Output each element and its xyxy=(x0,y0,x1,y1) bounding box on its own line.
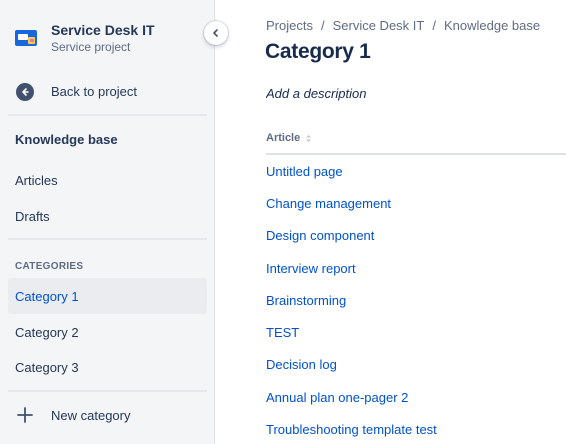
article-link[interactable]: Decision log xyxy=(266,357,337,372)
sidebar-divider xyxy=(8,114,207,116)
back-to-project-label: Back to project xyxy=(51,84,137,99)
page-title: Category 1 xyxy=(265,40,371,63)
column-header-article[interactable]: Article xyxy=(266,132,312,144)
sidebar-item-articles[interactable]: Articles xyxy=(8,162,207,198)
sort-icon xyxy=(306,134,312,142)
sidebar-divider xyxy=(8,238,207,240)
article-link[interactable]: Brainstorming xyxy=(266,293,346,308)
arrow-left-circle-icon xyxy=(16,83,34,101)
sidebar-item-drafts[interactable]: Drafts xyxy=(8,198,207,234)
breadcrumb-separator: / xyxy=(432,18,436,33)
article-link[interactable]: Interview report xyxy=(266,261,356,276)
sidebar-item-category-2[interactable]: Category 2 xyxy=(8,314,207,350)
new-category-label: New category xyxy=(51,408,131,423)
collapse-sidebar-button[interactable] xyxy=(204,21,228,45)
sidebar-item-category-3[interactable]: Category 3 xyxy=(8,349,207,385)
article-link[interactable]: Change management xyxy=(266,196,391,211)
project-header: Service Desk IT Service project xyxy=(0,0,215,66)
column-header-label: Article xyxy=(266,132,301,144)
back-to-project-button[interactable]: Back to project xyxy=(8,76,207,108)
sidebar: Service Desk IT Service project Back to … xyxy=(0,0,215,444)
article-link[interactable]: Design component xyxy=(266,228,374,243)
knowledge-base-heading: Knowledge base xyxy=(15,132,118,147)
sidebar-item-label: Drafts xyxy=(15,209,50,224)
article-link[interactable]: TEST xyxy=(266,325,299,340)
sidebar-item-label: Articles xyxy=(15,173,58,188)
sidebar-divider xyxy=(8,390,207,392)
sidebar-item-label: Category 3 xyxy=(15,360,79,375)
article-link[interactable]: Annual plan one-pager 2 xyxy=(266,390,408,405)
breadcrumb-projects[interactable]: Projects xyxy=(266,18,313,33)
project-avatar-icon xyxy=(15,30,37,46)
chevron-left-icon xyxy=(213,29,218,37)
project-name: Service Desk IT xyxy=(51,22,155,38)
breadcrumb-service-desk-it[interactable]: Service Desk IT xyxy=(333,18,425,33)
sidebar-item-category-1[interactable]: Category 1 xyxy=(8,278,207,314)
plus-icon xyxy=(17,407,33,423)
categories-heading: CATEGORIES xyxy=(15,261,84,272)
breadcrumb: Projects / Service Desk IT / Knowledge b… xyxy=(266,18,540,33)
breadcrumb-knowledge-base[interactable]: Knowledge base xyxy=(444,18,540,33)
new-category-button[interactable]: New category xyxy=(8,398,207,432)
sidebar-item-label: Category 2 xyxy=(15,325,79,340)
project-type: Service project xyxy=(51,40,131,54)
sidebar-item-label: Category 1 xyxy=(15,289,79,304)
description-field[interactable]: Add a description xyxy=(266,86,370,101)
article-link[interactable]: Troubleshooting template test xyxy=(266,422,437,437)
article-link[interactable]: Untitled page xyxy=(266,164,343,179)
table-header: Article xyxy=(266,132,566,155)
breadcrumb-separator: / xyxy=(320,18,325,33)
